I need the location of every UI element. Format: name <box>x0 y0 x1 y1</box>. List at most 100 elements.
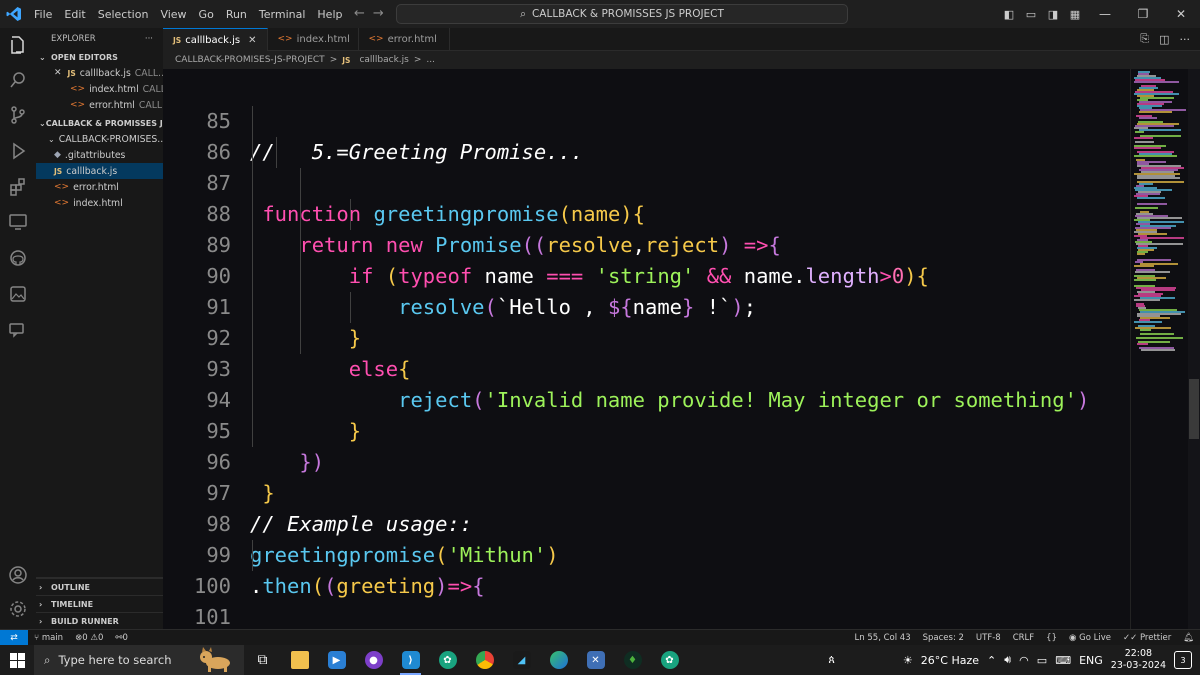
breadcrumb-file[interactable]: calllback.js <box>359 55 408 65</box>
branch-indicator[interactable]: ⑂ main <box>28 633 69 643</box>
breadcrumb-folder[interactable]: CALLBACK-PROMISES-JS-PROJECT <box>175 55 325 65</box>
tray-chevron-icon[interactable]: ⌃ <box>987 654 996 667</box>
file-item[interactable]: <> index.html <box>36 195 163 211</box>
file-explorer-app-icon[interactable] <box>281 645 318 675</box>
menu-help[interactable]: Help <box>311 8 348 21</box>
gallery-icon[interactable] <box>6 282 30 306</box>
project-section[interactable]: ⌄ CALLBACK & PROMISSES J... <box>36 116 163 131</box>
code-editor[interactable]: 85 // 5.=Greeting Promise... 86 function… <box>163 69 1130 629</box>
menu-view[interactable]: View <box>154 8 192 21</box>
minimap-line <box>1135 271 1170 273</box>
battery-icon[interactable]: ▭ <box>1037 654 1047 667</box>
edge-app-icon[interactable] <box>540 645 577 675</box>
weather-text[interactable]: 26°C Haze <box>921 654 979 667</box>
customize-layout-icon[interactable]: ▦ <box>1064 8 1086 21</box>
outline-section[interactable]: › OUTLINE <box>36 578 163 595</box>
keyboard-icon[interactable]: ⌨ <box>1055 654 1071 667</box>
tab-index-html[interactable]: <> index.html <box>268 28 359 50</box>
notifications-bell-icon[interactable]: 🔔︎ <box>1177 633 1200 643</box>
chat-icon[interactable] <box>6 318 30 342</box>
prettier-button[interactable]: ✓✓ Prettier <box>1117 633 1177 643</box>
menu-file[interactable]: File <box>28 8 58 21</box>
menu-go[interactable]: Go <box>193 8 220 21</box>
notification-count: 3 <box>1180 655 1186 665</box>
file-item[interactable]: <> error.html <box>36 179 163 195</box>
clock[interactable]: 22:08 23-03-2024 <box>1111 648 1166 672</box>
close-icon[interactable]: ✕ <box>54 68 62 78</box>
network-app-icon[interactable]: ✕ <box>577 645 614 675</box>
extensions-icon[interactable] <box>6 175 30 199</box>
wifi-icon[interactable]: ◠ <box>1019 654 1029 667</box>
end-of-line[interactable]: CRLF <box>1007 633 1040 643</box>
outline-label: OUTLINE <box>51 582 90 592</box>
chatgpt-second-app-icon[interactable]: ✿ <box>651 645 688 675</box>
remote-indicator-icon[interactable]: ⇄ <box>0 630 28 646</box>
vscode-app-icon[interactable]: ⟩ <box>392 645 429 675</box>
explorer-icon[interactable] <box>6 33 30 57</box>
toggle-panel-icon[interactable]: ▭ <box>1020 8 1042 21</box>
tab-error-html[interactable]: <> error.html <box>359 28 450 50</box>
github-desktop-app-icon[interactable]: ● <box>355 645 392 675</box>
terminal-app-icon[interactable]: ▶ <box>318 645 355 675</box>
close-window-icon[interactable]: ✕ <box>1162 7 1200 21</box>
toggle-sidebar-icon[interactable]: ◧ <box>998 8 1020 21</box>
menu-run[interactable]: Run <box>220 8 253 21</box>
open-editor-item[interactable]: <> error.html CALLB... <box>36 97 163 113</box>
settings-gear-icon[interactable] <box>6 597 30 621</box>
notification-center-icon[interactable]: 3 <box>1174 651 1192 669</box>
open-editor-item[interactable]: ✕ JS calllback.js CALL... <box>36 65 163 81</box>
task-view-icon[interactable]: ⧉ <box>244 645 281 675</box>
chrome-app-icon[interactable] <box>466 645 503 675</box>
more-actions-icon[interactable]: ··· <box>145 34 153 44</box>
mongodb-app-icon[interactable]: ♦ <box>614 645 651 675</box>
search-icon[interactable] <box>6 68 30 92</box>
code-line: 91 else{ <box>163 261 1130 381</box>
file-item[interactable]: ◆ .gitattributes <box>36 147 163 163</box>
ports-indicator[interactable]: ⚯0 <box>109 633 134 643</box>
toggle-secondary-sidebar-icon[interactable]: ◨ <box>1042 8 1064 21</box>
go-live-button[interactable]: ◉ Go Live <box>1063 633 1117 643</box>
minimap-line <box>1137 203 1167 205</box>
account-icon[interactable] <box>6 563 30 587</box>
minimap-line <box>1141 349 1175 351</box>
menu-edit[interactable]: Edit <box>58 8 91 21</box>
back-arrow-icon[interactable]: ← <box>354 6 373 21</box>
split-editor-icon[interactable]: ◫ <box>1159 33 1169 46</box>
volume-icon[interactable]: 🔊︎ <box>1004 653 1011 667</box>
file-item-selected[interactable]: JS calllback.js <box>36 163 163 179</box>
vertical-scrollbar[interactable] <box>1188 69 1200 629</box>
problems-indicator[interactable]: ⊗0 ⚠0 <box>69 633 109 643</box>
timeline-section[interactable]: › TIMELINE <box>36 595 163 612</box>
open-editors-section[interactable]: ⌄ OPEN EDITORS <box>36 50 163 65</box>
indentation[interactable]: Spaces: 2 <box>917 633 970 643</box>
taskbar-search-box[interactable]: ⌕ Type here to search <box>34 645 244 675</box>
minimize-icon[interactable]: — <box>1086 7 1124 21</box>
minimap[interactable] <box>1130 69 1189 629</box>
open-preview-icon[interactable]: ⎘ <box>1140 32 1149 46</box>
build-runner-section[interactable]: › BUILD RUNNER <box>36 612 163 629</box>
menu-selection[interactable]: Selection <box>92 8 155 21</box>
language-mode-icon[interactable]: {} <box>1040 633 1063 643</box>
tab-calllback-js[interactable]: JS calllback.js ✕ <box>163 28 268 51</box>
breadcrumb-more[interactable]: ... <box>426 55 435 65</box>
language-indicator[interactable]: ENG <box>1079 654 1103 667</box>
menu-terminal[interactable]: Terminal <box>253 8 312 21</box>
windows-start-icon[interactable] <box>0 645 34 675</box>
scrollbar-thumb[interactable] <box>1189 379 1199 439</box>
folder-item[interactable]: ⌄ CALLBACK-PROMISES... <box>36 131 163 147</box>
close-icon[interactable]: ✕ <box>248 35 256 46</box>
people-icon[interactable]: ጰ <box>828 653 835 667</box>
encoding[interactable]: UTF-8 <box>970 633 1007 643</box>
source-control-icon[interactable] <box>6 103 30 127</box>
github-icon[interactable] <box>6 246 30 270</box>
command-center[interactable]: ⌕ CALLBACK & PROMISSES JS PROJECT <box>396 4 848 24</box>
more-actions-icon[interactable]: ··· <box>1180 33 1191 46</box>
forward-arrow-icon[interactable]: → <box>373 6 392 21</box>
cursor-position[interactable]: Ln 55, Col 43 <box>849 633 917 643</box>
chatgpt-app-icon[interactable]: ✿ <box>429 645 466 675</box>
open-editor-item[interactable]: <> index.html CALL... <box>36 81 163 97</box>
run-debug-icon[interactable] <box>6 139 30 163</box>
remote-explorer-icon[interactable] <box>6 210 30 234</box>
flutter-app-icon[interactable]: ◢ <box>503 645 540 675</box>
restore-icon[interactable]: ❐ <box>1124 7 1162 21</box>
